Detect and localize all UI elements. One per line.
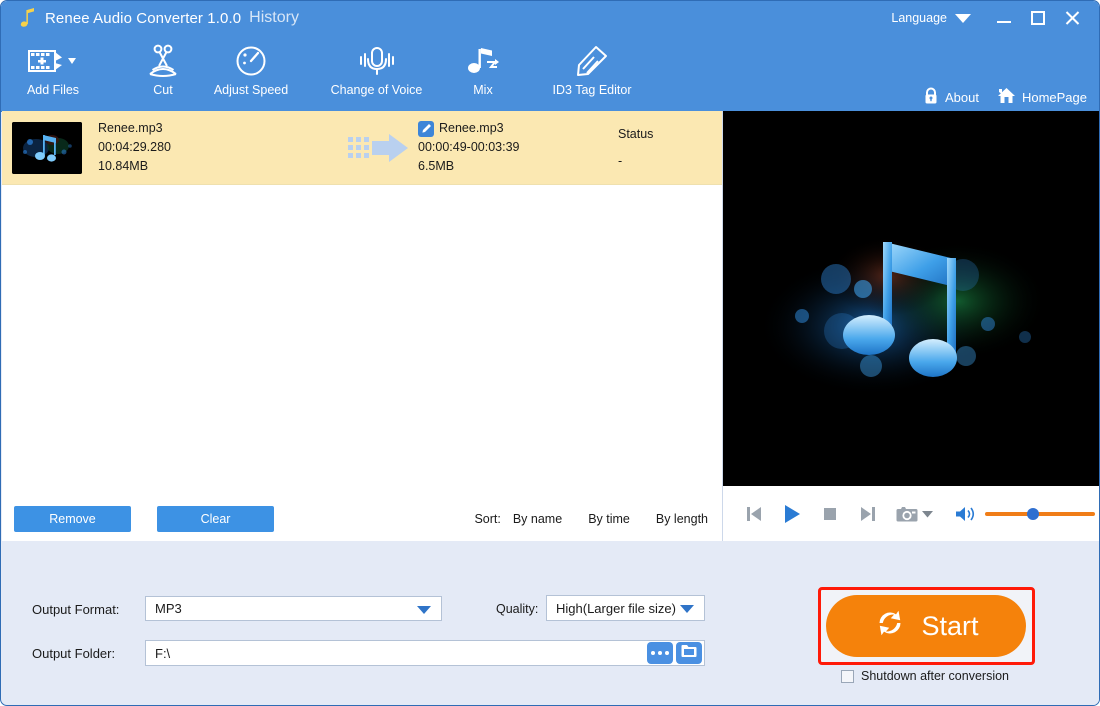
lock-icon <box>923 87 939 108</box>
sort-by-time[interactable]: By time <box>588 512 630 526</box>
refresh-sync-icon <box>873 606 907 647</box>
toolbar-label: ID3 Tag Editor <box>552 83 632 97</box>
output-format-label: Output Format: <box>32 602 120 617</box>
title-bar: Renee Audio Converter 1.0.0 History Lang… <box>1 1 1099 35</box>
toolbar-links: About HomePage <box>923 87 1087 108</box>
sort-label: Sort: <box>474 511 501 526</box>
output-folder-label: Output Folder: <box>32 646 116 661</box>
status-badge: - <box>618 153 623 168</box>
chevron-down-icon[interactable] <box>955 13 971 23</box>
toolbar-item-mix[interactable]: Mix <box>451 41 515 107</box>
shutdown-checkbox[interactable] <box>841 669 854 683</box>
toolbar-item-change-of-voice[interactable]: Change of Voice <box>319 41 434 107</box>
minimize-button[interactable] <box>987 3 1021 33</box>
remove-button[interactable]: Remove <box>14 505 131 532</box>
microphone-icon <box>354 41 400 81</box>
chevron-down-icon <box>417 605 431 614</box>
output-info: Renee.mp3 00:00:49-00:03:39 6.5MB <box>418 119 618 176</box>
music-note-icon <box>15 8 41 28</box>
sort-controls: Sort: By name By time By length <box>474 512 708 526</box>
volume-icon[interactable] <box>955 505 977 523</box>
toolbar-item-cut[interactable]: Cut <box>123 41 203 107</box>
toolbar-label: Cut <box>153 83 173 97</box>
home-icon <box>997 87 1016 108</box>
player-controls <box>723 486 1099 542</box>
skip-previous-icon[interactable] <box>741 505 767 523</box>
pencil-edit-icon[interactable] <box>418 120 434 137</box>
shutdown-label: Shutdown after conversion <box>861 669 1010 683</box>
chevron-down-icon[interactable] <box>922 510 933 518</box>
toolbar-item-add-files[interactable]: Add Files <box>9 41 97 107</box>
stop-icon[interactable] <box>817 507 843 521</box>
main-toolbar: Add Files Cut Adjust Speed Change of Voi… <box>1 35 1099 112</box>
list-toolbar: Remove Clear Sort: By name By time By le… <box>2 496 722 542</box>
homepage-link[interactable]: HomePage <box>997 87 1087 108</box>
output-folder-value: F:\ <box>155 645 171 661</box>
sort-by-length[interactable]: By length <box>656 512 708 526</box>
volume-slider[interactable] <box>985 507 1095 521</box>
quality-select[interactable]: High(Larger file size) <box>546 595 705 621</box>
output-folder-input[interactable]: F:\ <box>145 640 705 666</box>
toolbar-item-adjust-speed[interactable]: Adjust Speed <box>207 41 295 107</box>
source-filename: Renee.mp3 <box>98 121 163 135</box>
camera-icon[interactable] <box>895 504 919 524</box>
source-filesize: 10.84MB <box>98 159 149 173</box>
music-note-artwork <box>723 111 1099 486</box>
source-duration: 00:04:29.280 <box>98 140 171 154</box>
toolbar-label: Change of Voice <box>330 83 423 97</box>
scissors-icon <box>146 41 180 81</box>
clear-button[interactable]: Clear <box>157 505 274 532</box>
quality-value: High(Larger file size) <box>556 600 676 616</box>
folder-icon <box>681 644 697 663</box>
start-label: Start <box>921 610 979 641</box>
quality-label: Quality: <box>496 602 539 616</box>
chevron-down-icon <box>680 605 694 613</box>
volume-slider-knob[interactable] <box>1027 507 1039 520</box>
status-column: Status - <box>618 125 718 171</box>
toolbar-label: Adjust Speed <box>213 83 289 97</box>
about-label: About <box>944 90 979 105</box>
output-format-select[interactable]: MP3 <box>145 596 442 621</box>
about-link[interactable]: About <box>923 87 979 108</box>
window-controls: Language <box>891 3 1099 33</box>
open-folder-button[interactable] <box>676 642 702 664</box>
app-window: Renee Audio Converter 1.0.0 History Lang… <box>0 0 1100 706</box>
browse-button[interactable] <box>647 642 673 664</box>
source-info: Renee.mp3 00:04:29.280 10.84MB <box>98 119 338 176</box>
file-thumbnail <box>12 121 82 174</box>
close-button[interactable] <box>1055 3 1089 33</box>
file-list[interactable]: Renee.mp3 00:04:29.280 10.84MB Renee.mp3… <box>2 111 722 496</box>
homepage-label: HomePage <box>1021 90 1087 105</box>
app-title: Renee Audio Converter 1.0.0 <box>45 9 242 27</box>
dot-grid <box>348 137 369 158</box>
history-label[interactable]: History <box>249 9 299 27</box>
output-format-value: MP3 <box>155 601 182 616</box>
skip-next-icon[interactable] <box>855 505 881 523</box>
output-filename: Renee.mp3 <box>439 121 504 135</box>
speedometer-icon <box>234 41 268 81</box>
toolbar-item-id3-tag-editor[interactable]: ID3 Tag Editor <box>531 41 653 107</box>
output-range: 00:00:49-00:03:39 <box>418 140 520 154</box>
preview-area[interactable] <box>723 111 1099 486</box>
maximize-button[interactable] <box>1021 3 1055 33</box>
language-label[interactable]: Language <box>891 11 947 25</box>
play-icon[interactable] <box>779 504 805 524</box>
shutdown-after-conversion-row[interactable]: Shutdown after conversion <box>841 669 1009 683</box>
sort-by-name[interactable]: By name <box>513 512 562 526</box>
table-row[interactable]: Renee.mp3 00:04:29.280 10.84MB Renee.mp3… <box>2 111 722 185</box>
toolbar-label: Add Files <box>26 83 80 97</box>
tag-edit-icon <box>574 41 610 81</box>
status-header: Status <box>618 126 654 141</box>
ellipsis-icon <box>651 651 669 655</box>
output-filesize: 6.5MB <box>418 159 455 173</box>
arrow-right-icon <box>338 133 418 162</box>
toolbar-label: Mix <box>473 83 493 97</box>
mix-note-icon <box>465 41 501 81</box>
start-button[interactable]: Start <box>826 595 1026 657</box>
add-files-icon <box>26 41 80 81</box>
